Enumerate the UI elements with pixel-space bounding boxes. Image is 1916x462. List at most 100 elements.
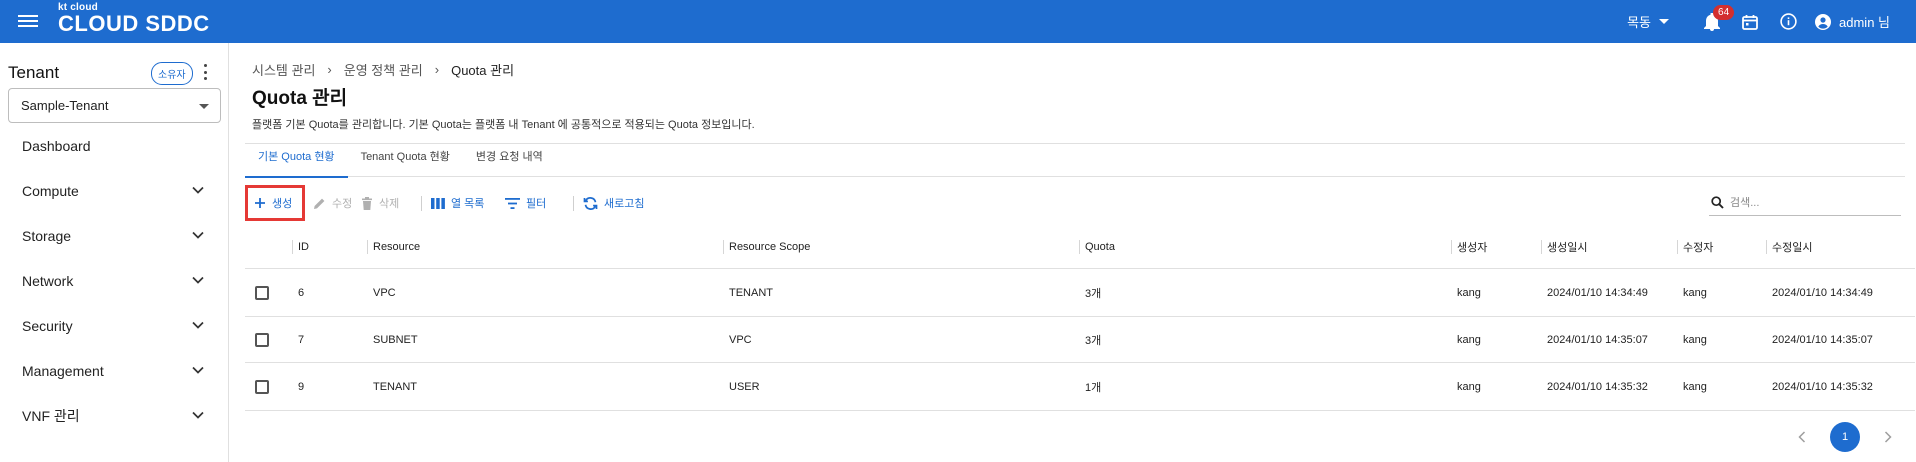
- sidebar-item-label: Management: [22, 363, 104, 379]
- chevron-down-icon: [192, 276, 204, 284]
- sidebar-item-0[interactable]: Dashboard: [0, 126, 228, 166]
- trash-icon: [362, 196, 372, 210]
- table-header-row: ID Resource Resource Scope Quota 생성자 생성일…: [245, 225, 1915, 269]
- cell-creator: kang: [1457, 380, 1481, 393]
- column-header-modified-at[interactable]: 수정일시: [1765, 225, 1812, 268]
- sidebar-item-3[interactable]: Network: [0, 261, 228, 301]
- cell-resource: TENANT: [373, 380, 417, 393]
- cell-modified-at: 2024/01/10 14:34:49: [1772, 286, 1873, 299]
- brand-logo[interactable]: kt cloud CLOUD SDDC: [58, 3, 210, 35]
- pagination: 1: [1788, 422, 1902, 452]
- chevron-down-icon: [192, 366, 204, 374]
- breadcrumb: 시스템 관리 › 운영 정책 관리 › Quota 관리: [252, 60, 514, 79]
- cell-resource: SUBNET: [373, 333, 418, 346]
- column-header-resource[interactable]: Resource: [366, 225, 420, 268]
- column-header-resource-scope[interactable]: Resource Scope: [722, 225, 810, 268]
- cell-created-at: 2024/01/10 14:35:07: [1547, 333, 1648, 346]
- delete-button-label: 삭제: [379, 198, 400, 210]
- logo-big-text: CLOUD SDDC: [58, 11, 210, 36]
- table-row[interactable]: 6 VPC TENANT 3개 kang 2024/01/10 14:34:49 kang 2…: [245, 269, 1915, 317]
- cell-resource: VPC: [373, 286, 396, 299]
- main-content: 시스템 관리 › 운영 정책 관리 › Quota 관리 Quota 관리 플랫…: [230, 43, 1916, 462]
- row-checkbox[interactable]: [255, 332, 269, 347]
- cell-resource-scope: TENANT: [729, 286, 773, 299]
- sidebar-item-label: Network: [22, 273, 74, 289]
- sidebar-item-6[interactable]: VNF 관리: [0, 396, 228, 436]
- info-button[interactable]: [1769, 0, 1807, 43]
- row-checkbox[interactable]: [255, 379, 269, 394]
- tab-bar: 기본 Quota 현황 Tenant Quota 현황 변경 요청 내역: [245, 143, 1905, 178]
- page-number-button[interactable]: 1: [1830, 422, 1860, 452]
- filter-list-icon: [505, 197, 520, 209]
- sidebar-item-1[interactable]: Compute: [0, 171, 228, 211]
- region-selector[interactable]: 목동: [1627, 12, 1670, 31]
- edit-button-label: 수정: [332, 198, 353, 210]
- sidebar-item-label: Dashboard: [22, 138, 91, 154]
- breadcrumb-item-policy[interactable]: 운영 정책 관리: [344, 60, 423, 79]
- cell-modifier: kang: [1683, 333, 1707, 346]
- notifications-button[interactable]: 64: [1693, 0, 1735, 43]
- sidebar-item-5[interactable]: Management: [0, 351, 228, 391]
- filter-button-label: 필터: [526, 198, 547, 210]
- more-vert-icon[interactable]: [202, 64, 208, 80]
- sidebar-item-label: VNF 관리: [22, 408, 80, 424]
- refresh-icon: [583, 196, 598, 210]
- cell-created-at: 2024/01/10 14:35:32: [1547, 380, 1648, 393]
- cell-modifier: kang: [1683, 380, 1707, 393]
- chevron-right-icon: ›: [434, 62, 440, 77]
- column-header-quota[interactable]: Quota: [1079, 225, 1115, 268]
- cell-quota: 3개: [1085, 334, 1102, 347]
- cell-modified-at: 2024/01/10 14:35:32: [1772, 380, 1873, 393]
- sidebar-item-2[interactable]: Storage: [0, 216, 228, 256]
- sidebar-item-4[interactable]: Security: [0, 306, 228, 346]
- column-header-created-at[interactable]: 생성일시: [1540, 225, 1587, 268]
- search-input[interactable]: [1730, 196, 1890, 209]
- table-row[interactable]: 7 SUBNET VPC 3개 kang 2024/01/10 14:35:07 kang 2…: [245, 317, 1915, 363]
- calendar-button[interactable]: [1731, 0, 1769, 43]
- user-menu[interactable]: admin 님: [1815, 12, 1890, 31]
- create-button-label: 생성: [272, 198, 293, 210]
- menu-icon[interactable]: [18, 12, 38, 30]
- search-box: [1709, 190, 1901, 216]
- chevron-down-icon: [192, 231, 204, 239]
- tab-change-requests[interactable]: 변경 요청 내역: [463, 144, 556, 177]
- breadcrumb-item-system[interactable]: 시스템 관리: [252, 60, 315, 79]
- cell-quota: 1개: [1085, 381, 1102, 394]
- region-label: 목동: [1627, 15, 1652, 30]
- cell-creator: kang: [1457, 286, 1481, 299]
- toolbar-divider: [421, 196, 422, 211]
- create-button[interactable]: 생성: [245, 185, 305, 221]
- tab-default-quota[interactable]: 기본 Quota 현황: [245, 144, 348, 178]
- tenant-title: Tenant: [8, 63, 60, 82]
- user-name: admin 님: [1839, 15, 1890, 30]
- column-header-modifier[interactable]: 수정자: [1676, 225, 1713, 268]
- cell-creator: kang: [1457, 333, 1481, 346]
- view-column-icon: [431, 197, 445, 209]
- chevron-down-icon: [192, 411, 204, 419]
- breadcrumb-item-current: Quota 관리: [451, 63, 515, 78]
- row-checkbox[interactable]: [255, 285, 269, 300]
- column-header-id[interactable]: ID: [292, 225, 309, 268]
- cell-quota: 3개: [1085, 287, 1102, 300]
- filter-button[interactable]: 필터: [505, 185, 546, 221]
- delete-button[interactable]: 삭제: [361, 185, 399, 221]
- chevron-right-icon: [1884, 431, 1892, 443]
- owner-chip[interactable]: 소유자: [151, 62, 193, 85]
- columns-button[interactable]: 열 목록: [431, 185, 484, 221]
- tab-tenant-quota[interactable]: Tenant Quota 현황: [348, 144, 463, 177]
- next-page-button[interactable]: [1874, 423, 1902, 451]
- table-row[interactable]: 9 TENANT USER 1개 kang 2024/01/10 14:35:32 kang…: [245, 363, 1915, 411]
- cell-id: 6: [298, 286, 305, 299]
- edit-button[interactable]: 수정: [313, 185, 352, 221]
- tenant-select-value: Sample-Tenant: [21, 98, 109, 113]
- search-icon: [1711, 196, 1724, 209]
- prev-page-button[interactable]: [1788, 423, 1816, 451]
- sidebar-item-label: Storage: [22, 228, 72, 244]
- column-header-creator[interactable]: 생성자: [1450, 225, 1487, 268]
- tenant-select[interactable]: Sample-Tenant: [8, 88, 221, 123]
- refresh-button[interactable]: 새로고침: [583, 185, 644, 221]
- pencil-icon: [314, 198, 325, 209]
- chevron-down-icon: [192, 321, 204, 329]
- sidebar-item-label: Compute: [22, 183, 79, 199]
- columns-button-label: 열 목록: [451, 198, 485, 210]
